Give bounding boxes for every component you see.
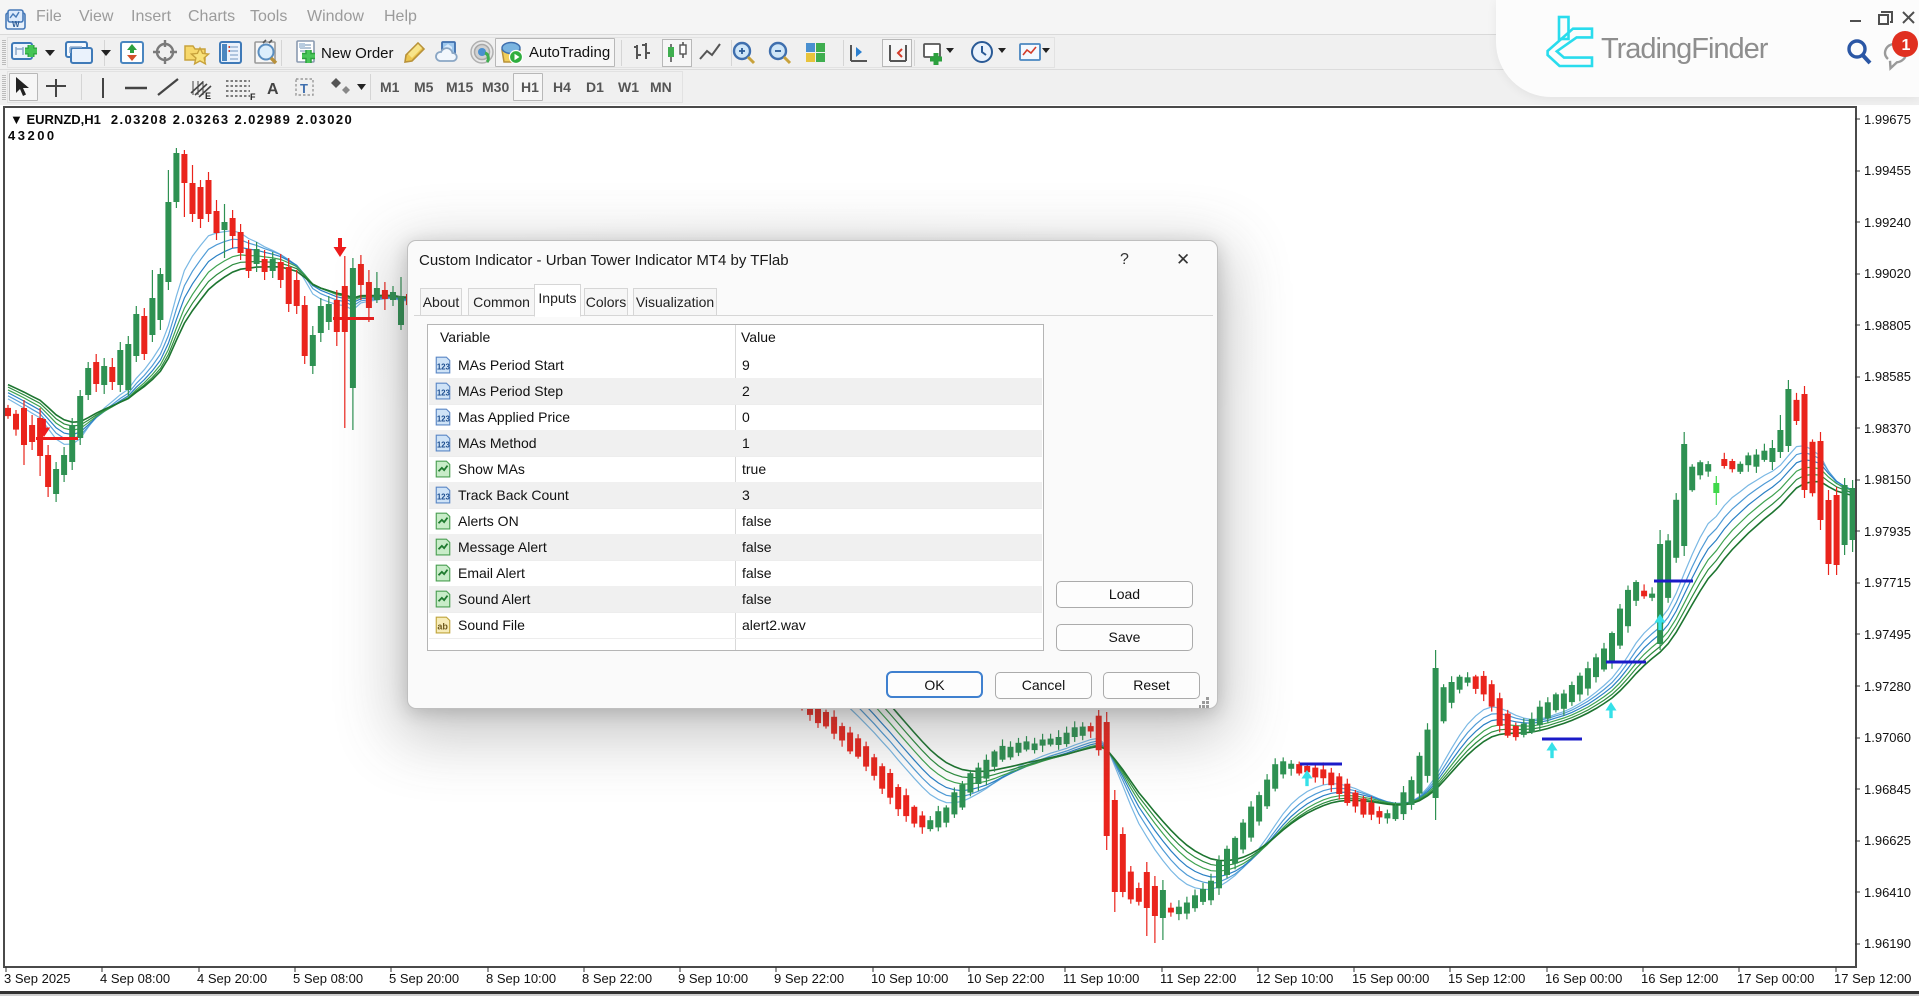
svg-text:1.96845: 1.96845 bbox=[1864, 782, 1911, 797]
svg-text:16 Sep 00:00: 16 Sep 00:00 bbox=[1545, 971, 1622, 986]
svg-text:15 Sep 00:00: 15 Sep 00:00 bbox=[1352, 971, 1429, 986]
svg-text:9 Sep 10:00: 9 Sep 10:00 bbox=[678, 971, 748, 986]
svg-text:TradingFinder: TradingFinder bbox=[1601, 33, 1769, 65]
svg-text:16 Sep 12:00: 16 Sep 12:00 bbox=[1641, 971, 1718, 986]
svg-text:1.96410: 1.96410 bbox=[1864, 885, 1911, 900]
svg-text:10 Sep 22:00: 10 Sep 22:00 bbox=[967, 971, 1044, 986]
svg-text:12 Sep 10:00: 12 Sep 10:00 bbox=[1256, 971, 1333, 986]
svg-text:1.99455: 1.99455 bbox=[1864, 163, 1911, 178]
svg-text:1.98805: 1.98805 bbox=[1864, 318, 1911, 333]
svg-text:17 Sep 12:00: 17 Sep 12:00 bbox=[1834, 971, 1911, 986]
svg-text:123: 123 bbox=[437, 389, 451, 398]
svg-text:5 Sep 08:00: 5 Sep 08:00 bbox=[293, 971, 363, 986]
svg-text:123: 123 bbox=[437, 493, 451, 502]
svg-text:1.98150: 1.98150 bbox=[1864, 472, 1911, 487]
svg-text:1.96625: 1.96625 bbox=[1864, 833, 1911, 848]
svg-text:1.96190: 1.96190 bbox=[1864, 936, 1911, 951]
svg-text:1.97935: 1.97935 bbox=[1864, 524, 1911, 539]
svg-text:123: 123 bbox=[437, 363, 451, 372]
svg-text:ab: ab bbox=[437, 622, 448, 632]
svg-text:3 Sep 2025: 3 Sep 2025 bbox=[4, 971, 71, 986]
svg-text:11 Sep 22:00: 11 Sep 22:00 bbox=[1160, 971, 1236, 986]
svg-text:10 Sep 10:00: 10 Sep 10:00 bbox=[871, 971, 948, 986]
svg-text:1.98585: 1.98585 bbox=[1864, 369, 1911, 384]
svg-text:9 Sep 22:00: 9 Sep 22:00 bbox=[774, 971, 844, 986]
svg-text:1.97495: 1.97495 bbox=[1864, 627, 1911, 642]
svg-text:1: 1 bbox=[1902, 37, 1911, 54]
svg-text:1.99240: 1.99240 bbox=[1864, 215, 1911, 230]
svg-text:1.99675: 1.99675 bbox=[1864, 112, 1911, 127]
svg-text:17 Sep 00:00: 17 Sep 00:00 bbox=[1737, 971, 1814, 986]
svg-text:123: 123 bbox=[437, 441, 451, 450]
svg-text:8 Sep 10:00: 8 Sep 10:00 bbox=[486, 971, 556, 986]
svg-text:4 Sep 08:00: 4 Sep 08:00 bbox=[100, 971, 170, 986]
svg-text:1.97715: 1.97715 bbox=[1864, 575, 1911, 590]
svg-text:4 Sep 20:00: 4 Sep 20:00 bbox=[197, 971, 267, 986]
svg-text:43200: 43200 bbox=[8, 128, 57, 143]
svg-text:1.97060: 1.97060 bbox=[1864, 730, 1911, 745]
svg-text:1.99020: 1.99020 bbox=[1864, 266, 1911, 281]
svg-text:1.98370: 1.98370 bbox=[1864, 421, 1911, 436]
svg-text:15 Sep 12:00: 15 Sep 12:00 bbox=[1448, 971, 1525, 986]
svg-text:5 Sep 20:00: 5 Sep 20:00 bbox=[389, 971, 459, 986]
svg-text:11 Sep 10:00: 11 Sep 10:00 bbox=[1063, 971, 1139, 986]
svg-text:▼ EURNZD,H1 2.03208 2.03263 2: ▼ EURNZD,H1 2.03208 2.03263 2.02989 2.03… bbox=[10, 112, 353, 127]
svg-text:123: 123 bbox=[437, 415, 451, 424]
svg-text:1.97280: 1.97280 bbox=[1864, 679, 1911, 694]
svg-text:8 Sep 22:00: 8 Sep 22:00 bbox=[582, 971, 652, 986]
